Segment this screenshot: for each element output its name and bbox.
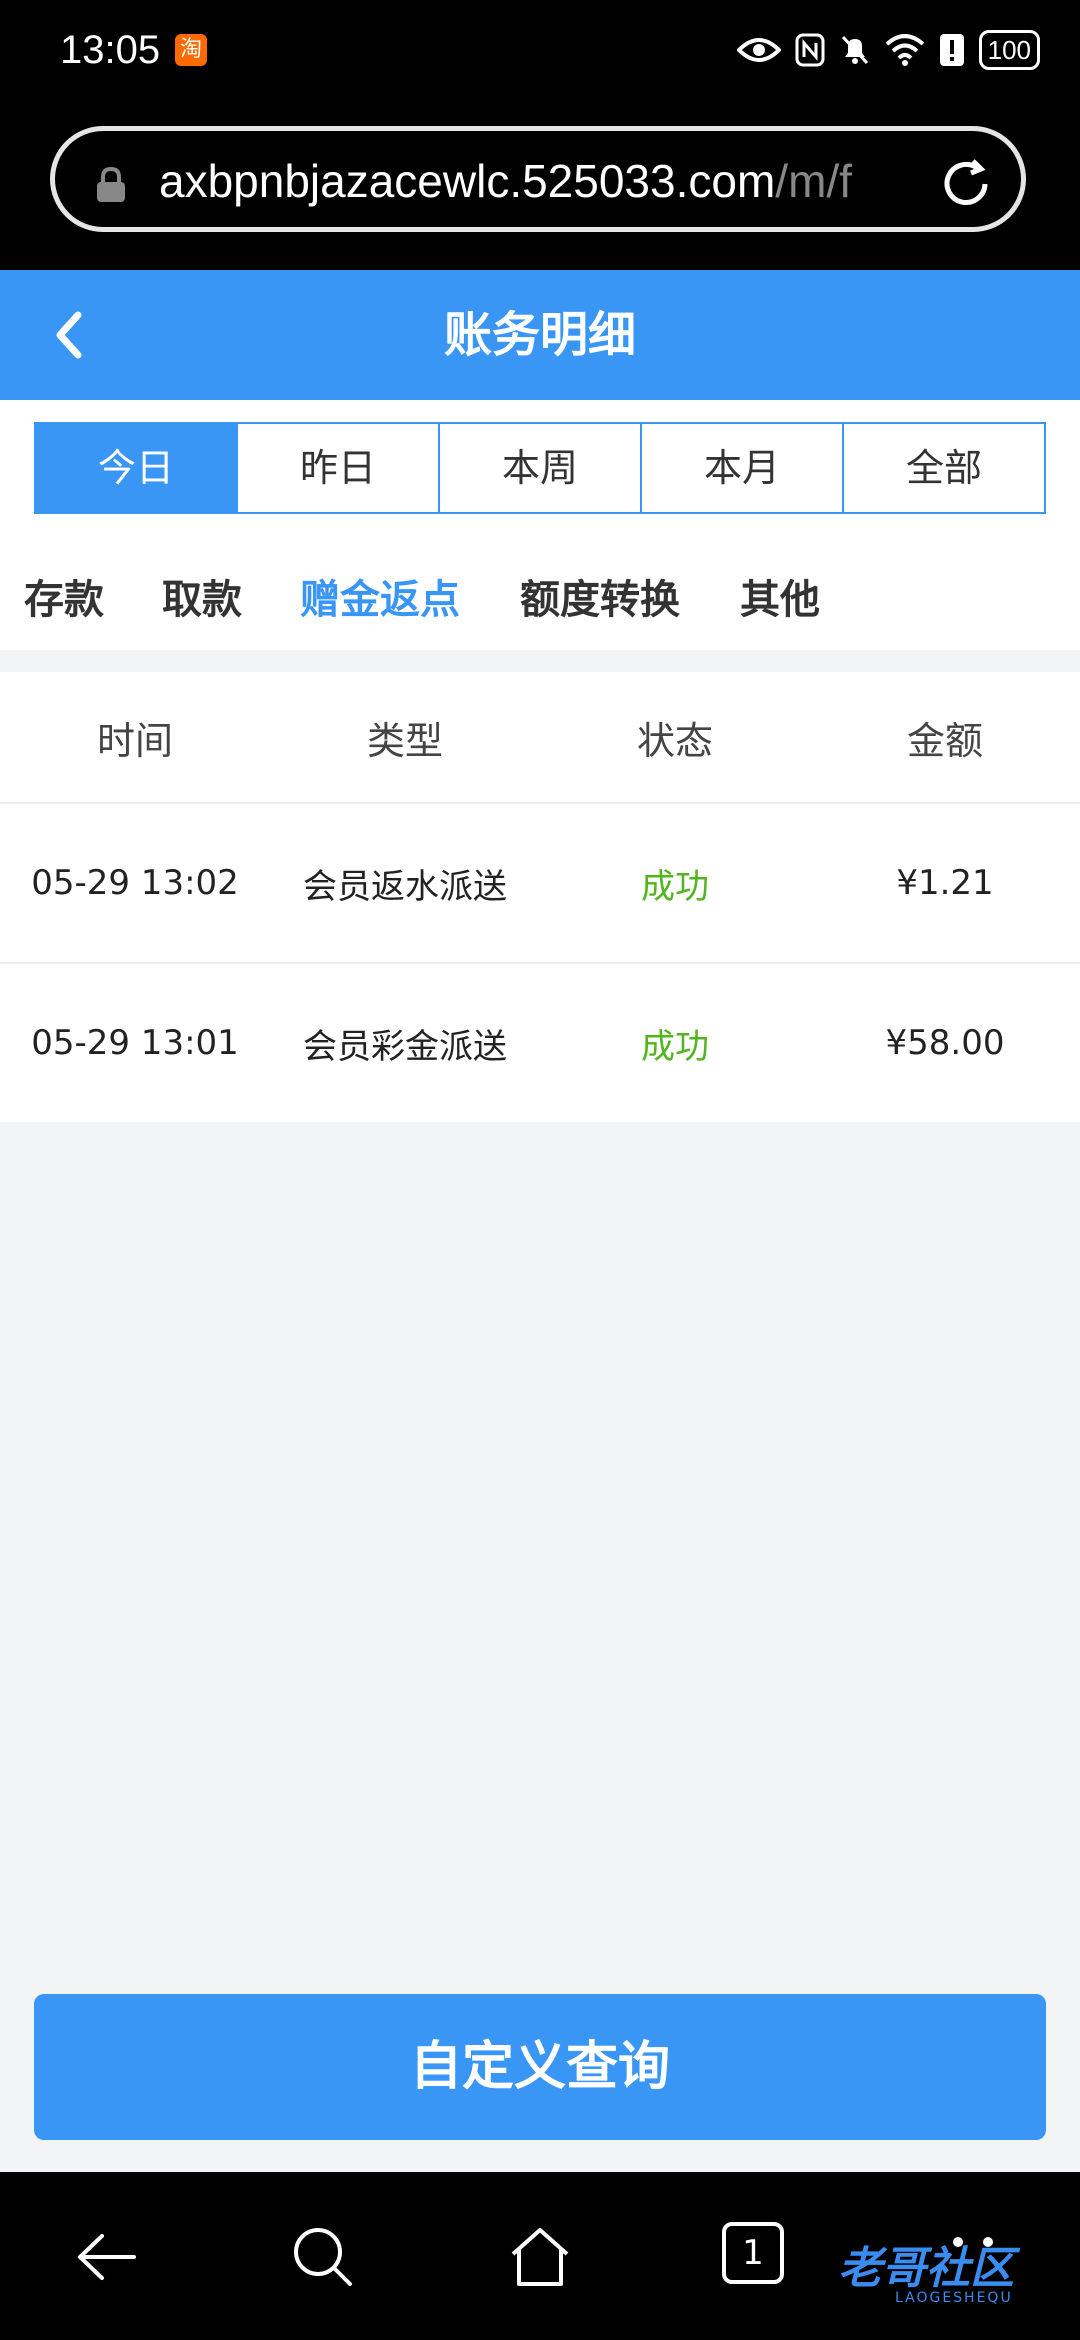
browser-toolbar: axbpnbjazacewlc.525033.com/m/f [0,120,1080,270]
row-time: 05-29 13:01 [31,1023,239,1063]
table-header: 时间 类型 状态 金额 [0,672,1080,804]
watermark-logo: 老哥社区 [838,2243,1014,2294]
battery-indicator: 100 [978,30,1040,70]
category-other[interactable]: 其他 [740,520,820,650]
url-host: axbpnbjazacewlc.525033.com [159,155,776,207]
url-path: /m/f [775,155,852,207]
wifi-icon [885,34,924,66]
row-type: 会员返水派送 [303,866,507,907]
column-type: 类型 [366,718,443,763]
category-transfer[interactable]: 额度转换 [520,520,680,650]
search-icon[interactable] [288,2222,358,2292]
tab-all[interactable]: 全部 [844,424,1044,512]
row-status: 成功 [641,866,709,907]
tab-today[interactable]: 今日 [36,424,238,512]
status-bar: 13:05 淘 100 [0,0,1080,120]
table-row[interactable]: 05-29 13:02 会员返水派送 成功 ¥1.21 [0,804,1080,964]
url-text[interactable]: axbpnbjazacewlc.525033.com/m/f [159,151,949,211]
row-amount: ¥58.00 [885,1023,1005,1063]
alert-icon [939,34,964,66]
address-bar[interactable]: axbpnbjazacewlc.525033.com/m/f [50,126,1026,232]
category-bonus-rebate[interactable]: 赠金返点 [300,520,460,650]
row-status: 成功 [641,1026,709,1067]
column-status: 状态 [636,718,713,763]
column-time: 时间 [96,718,173,763]
tabs-count-button[interactable]: 1 [722,2222,784,2284]
nfc-icon [795,33,825,67]
category-deposit[interactable]: 存款 [24,520,104,650]
custom-query-button[interactable]: 自定义查询 [34,1994,1046,2140]
taobao-app-icon: 淘 [175,34,207,66]
tab-this-week[interactable]: 本周 [440,424,642,512]
browser-nav-bar: 1 老哥社区 LAOGESHEQU [0,2172,1080,2340]
status-icons: 100 [736,28,1040,72]
tab-yesterday[interactable]: 昨日 [238,424,440,512]
page-header: 账务明细 [0,270,1080,400]
category-tabs: 存款 取款 赠金返点 额度转换 其他 [0,520,1080,650]
page-title: 账务明细 [443,307,636,363]
row-time: 05-29 13:02 [31,863,239,903]
status-time: 13:05 [60,28,161,72]
home-icon[interactable] [505,2222,575,2292]
row-amount: ¥1.21 [896,863,994,903]
date-filter-section: 今日 昨日 本周 本月 全部 [0,400,1080,520]
watermark-subtitle: LAOGESHEQU [895,2290,1013,2306]
back-icon[interactable] [72,2222,142,2292]
row-type: 会员彩金派送 [303,1026,507,1067]
column-amount: 金额 [906,718,983,763]
eye-icon [736,38,781,62]
mute-icon [841,35,868,65]
table-row[interactable]: 05-29 13:01 会员彩金派送 成功 ¥58.00 [0,964,1080,1122]
date-filter-tabs: 今日 昨日 本周 本月 全部 [34,422,1046,514]
transactions-table: 时间 类型 状态 金额 05-29 13:02 会员返水派送 成功 ¥1.21 … [0,672,1080,1122]
tab-this-month[interactable]: 本月 [642,424,844,512]
category-withdraw[interactable]: 取款 [162,520,242,650]
reload-icon[interactable] [937,155,995,213]
lock-icon [97,167,125,202]
